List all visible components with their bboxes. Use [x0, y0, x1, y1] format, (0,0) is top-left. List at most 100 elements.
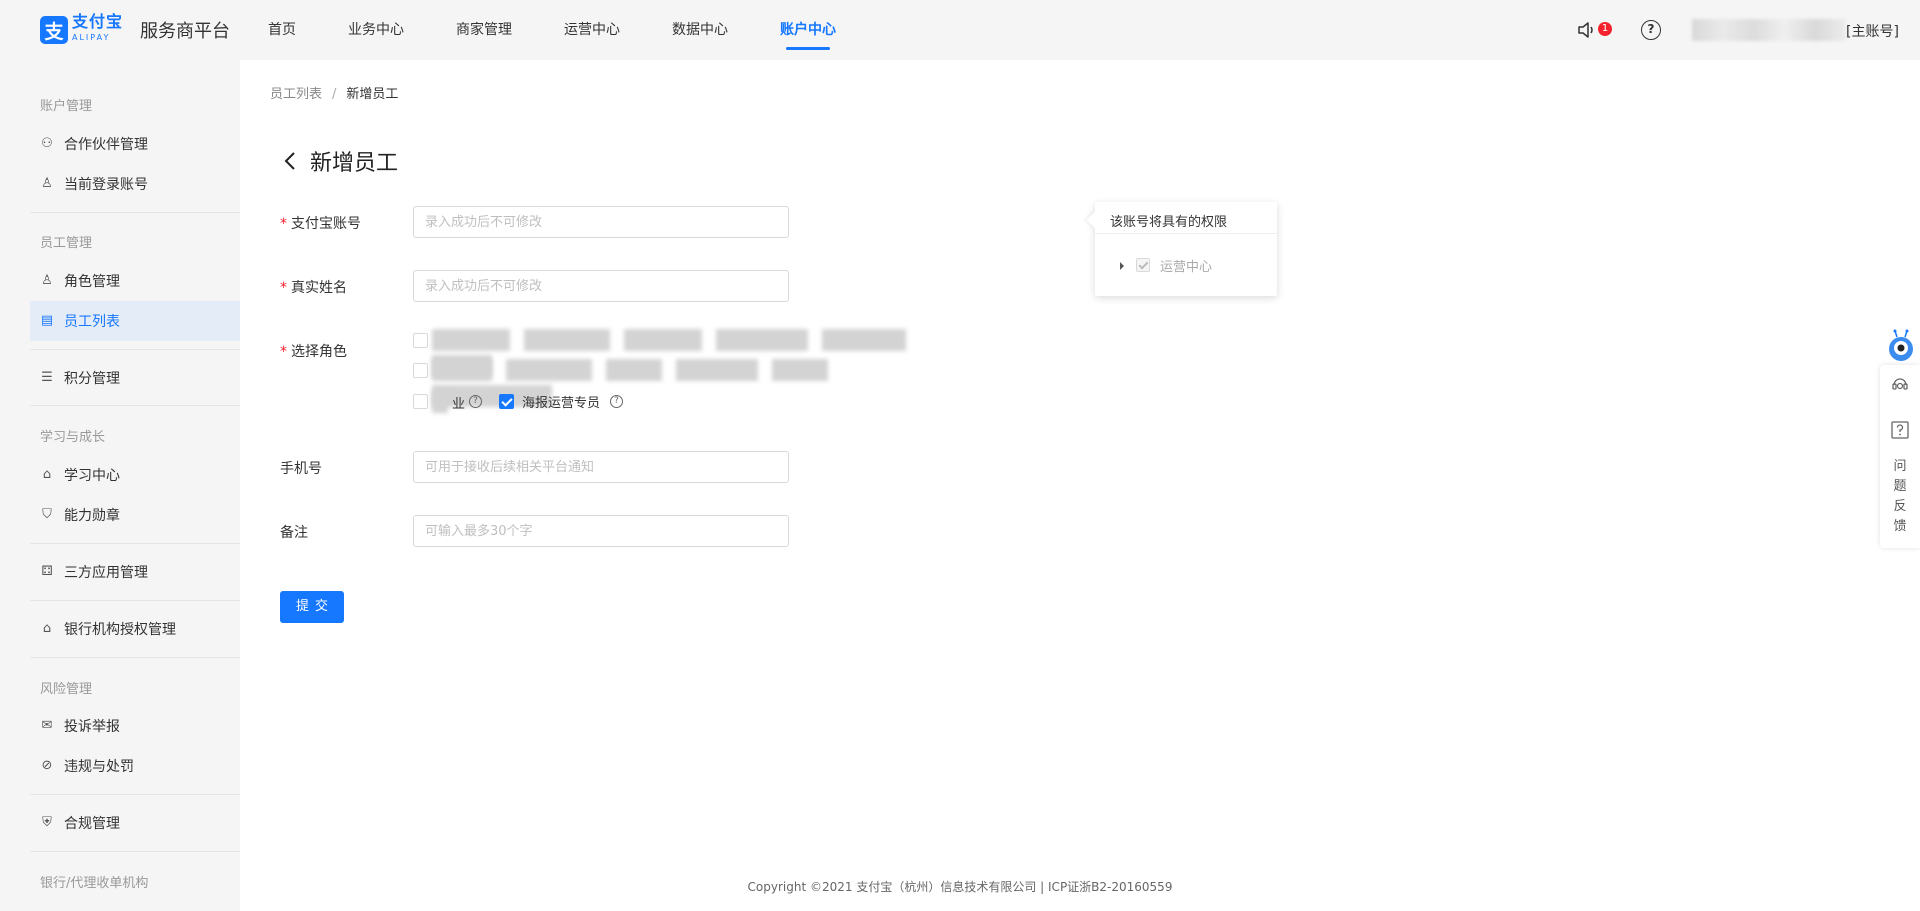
back-arrow-icon[interactable] — [282, 148, 298, 174]
breadcrumb-parent[interactable]: 员工列表 — [270, 87, 322, 102]
sidebar-item-label: 当前登录账号 — [64, 177, 148, 193]
main-content: 员工列表/新增员工 新增员工 *支付宝账号 *真实姓名 *选择角色 业 ? 海报… — [240, 60, 1920, 911]
sidebar-item-label: 合规管理 — [64, 816, 120, 832]
question-icon[interactable]: ? — [610, 395, 623, 408]
footer-copyright: Copyright ©2021 支付宝（杭州）信息技术有限公司 | ICP证浙B… — [747, 880, 1173, 894]
role-options-blurred — [432, 329, 954, 377]
alipay-logo-text[interactable]: 支付宝 ALIPAY — [72, 14, 123, 42]
sidebar-item-points[interactable]: ☰ 积分管理 — [30, 358, 240, 398]
remark-label: 备注 — [280, 525, 308, 541]
role-option-blurred — [432, 391, 454, 413]
medal-icon: ⛉ — [42, 507, 52, 522]
sidebar-divider — [30, 600, 240, 601]
breadcrumb-separator: / — [332, 87, 337, 102]
alipay-logo-icon[interactable]: 支 — [40, 16, 68, 44]
nav-account[interactable]: 账户中心 — [780, 0, 836, 60]
partner-icon: ⚇ — [41, 136, 53, 151]
role-options-blurred — [432, 359, 954, 407]
sidebar-divider — [30, 657, 240, 658]
points-icon: ☰ — [41, 370, 53, 385]
sidebar-item-learning[interactable]: ⌂ 学习中心 — [30, 455, 240, 495]
sidebar-divider — [30, 543, 240, 544]
poster-role-label[interactable]: 海报运营专员 — [522, 392, 600, 411]
sidebar-item-violation[interactable]: ⊘ 违规与处罚 — [30, 746, 240, 786]
logo-en: ALIPAY — [72, 33, 111, 42]
breadcrumb-current: 新增员工 — [346, 87, 399, 102]
sidebar-item-label: 学习中心 — [64, 468, 120, 484]
role-label: * 选择角色 — [280, 341, 347, 361]
apps-icon: ⚃ — [41, 564, 53, 579]
submit-button[interactable]: 提交 — [280, 591, 344, 623]
help-icon[interactable]: ? — [1641, 20, 1661, 40]
sidebar-divider — [30, 405, 240, 406]
help-doc-icon[interactable] — [1890, 420, 1910, 440]
phone-input[interactable] — [413, 451, 789, 483]
feedback-char: 问 — [1893, 459, 1907, 474]
feedback-char: 反 — [1893, 499, 1907, 514]
customer-service-icon[interactable] — [1890, 374, 1910, 394]
feedback-char: 题 — [1893, 479, 1907, 494]
sidebar-item-label: 违规与处罚 — [64, 759, 134, 775]
bank-icon: ⌂ — [42, 621, 52, 636]
logo-cn: 支付宝 — [72, 12, 124, 31]
nav-operation[interactable]: 运营中心 — [564, 0, 620, 60]
sidebar-item-compliance[interactable]: ⛨ 合规管理 — [30, 803, 240, 843]
caret-right-icon[interactable] — [1120, 262, 1124, 270]
sidebar-item-label: 角色管理 — [64, 274, 120, 290]
permission-divider — [1095, 233, 1277, 234]
sidebar-item-roles[interactable]: ♙ 角色管理 — [30, 261, 240, 301]
sidebar-group-risk: 风险管理 — [40, 682, 93, 697]
role-checkbox[interactable] — [413, 333, 428, 348]
sidebar-divider — [30, 212, 240, 213]
user-icon: ♙ — [41, 176, 53, 191]
speaker-icon[interactable] — [1576, 19, 1598, 41]
remark-input[interactable] — [413, 515, 789, 547]
poster-role-checkbox[interactable] — [499, 394, 514, 409]
permission-panel-title: 该账号将具有的权限 — [1110, 215, 1228, 230]
sidebar-divider — [30, 851, 240, 852]
sidebar-item-current-account[interactable]: ♙ 当前登录账号 — [30, 164, 240, 204]
sidebar-item-apps[interactable]: ⚃ 三方应用管理 — [30, 552, 240, 592]
nav-data[interactable]: 数据中心 — [672, 0, 728, 60]
assistant-robot-icon[interactable] — [1887, 329, 1915, 363]
shield-icon: ⛨ — [42, 815, 52, 830]
permission-panel: 该账号将具有的权限 运营中心 — [1095, 202, 1277, 296]
permission-item-label: 运营中心 — [1160, 260, 1213, 275]
role-icon: ♙ — [41, 273, 53, 288]
label-text: 真实姓名 — [291, 280, 347, 296]
sidebar-group-account: 账户管理 — [40, 99, 93, 114]
sidebar-group-learning: 学习与成长 — [40, 430, 106, 445]
real-name-input[interactable] — [413, 270, 789, 302]
required-mark: * — [280, 280, 287, 296]
sidebar-item-bank[interactable]: ⌂ 银行机构授权管理 — [30, 609, 240, 649]
role-checkbox[interactable] — [413, 394, 428, 409]
sidebar-item-label: 合作伙伴管理 — [64, 137, 148, 153]
sidebar-item-label: 积分管理 — [64, 371, 120, 387]
question-icon[interactable]: ? — [469, 395, 482, 408]
account-type-label[interactable]: [主账号] — [1846, 21, 1899, 41]
real-name-label: * 真实姓名 — [280, 277, 347, 297]
label-text: 支付宝账号 — [291, 216, 361, 232]
role-option-partial-label: 业 — [452, 397, 466, 412]
sidebar-item-label: 银行机构授权管理 — [64, 622, 176, 638]
sidebar-item-partner[interactable]: ⚇ 合作伙伴管理 — [30, 124, 240, 164]
account-name-blurred[interactable] — [1692, 19, 1846, 41]
required-mark: * — [280, 344, 287, 360]
platform-name: 服务商平台 — [140, 21, 230, 42]
role-checkbox[interactable] — [413, 363, 428, 378]
ban-icon: ⊘ — [41, 758, 53, 773]
nav-business[interactable]: 业务中心 — [348, 0, 404, 60]
sidebar-divider — [30, 794, 240, 795]
learning-icon: ⌂ — [42, 467, 52, 482]
sidebar-item-label: 员工列表 — [64, 314, 120, 330]
nav-home[interactable]: 首页 — [268, 0, 296, 60]
sidebar-item-label: 能力勋章 — [64, 508, 120, 524]
sidebar: 账户管理 ⚇ 合作伙伴管理 ♙ 当前登录账号 员工管理 ♙ 角色管理 ▤ 员工列表 ☰ 积… — [0, 60, 240, 911]
sidebar-item-complaint[interactable]: ✉ 投诉举报 — [30, 706, 240, 746]
feedback-button[interactable]: 问 题 反 馈 — [1893, 457, 1907, 537]
nav-merchant[interactable]: 商家管理 — [456, 0, 512, 60]
alipay-account-input[interactable] — [413, 206, 789, 238]
sidebar-item-medal[interactable]: ⛉ 能力勋章 — [30, 495, 240, 535]
sidebar-item-staff-list[interactable]: ▤ 员工列表 — [30, 301, 240, 341]
sidebar-divider — [30, 349, 240, 350]
